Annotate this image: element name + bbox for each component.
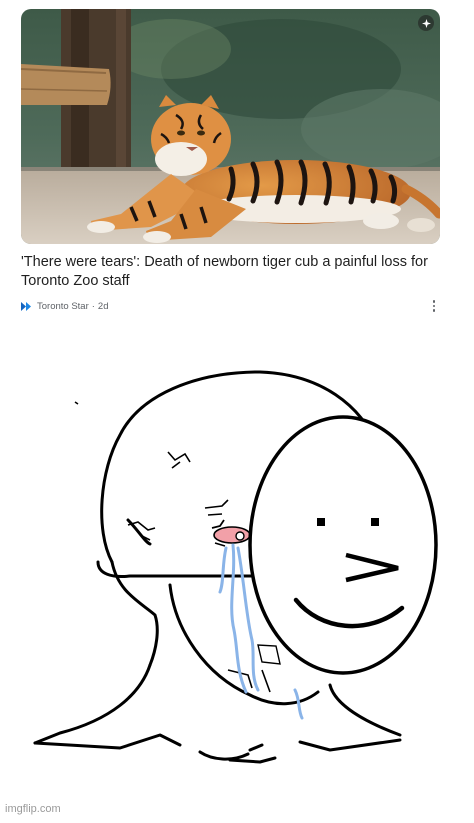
article-headline[interactable]: 'There were tears': Death of newborn tig… [21,253,436,291]
tiger-photo [21,9,440,244]
article-age: 2d [97,300,109,312]
imgflip-watermark: imgflip.com [5,803,61,815]
article-meta: Toronto Star · 2d [21,299,440,313]
meta-separator: · [91,300,95,312]
spark-icon [418,15,434,31]
crying-wojak-mask-drawing [33,370,438,764]
source-name[interactable]: Toronto Star [37,301,89,312]
more-vert-icon[interactable] [428,299,440,313]
toronto-star-logo-icon [21,301,31,311]
meme-drawing: imgflip.com [0,330,474,818]
article-thumbnail[interactable] [21,9,440,244]
news-card[interactable]: 'There were tears': Death of newborn tig… [0,0,474,330]
